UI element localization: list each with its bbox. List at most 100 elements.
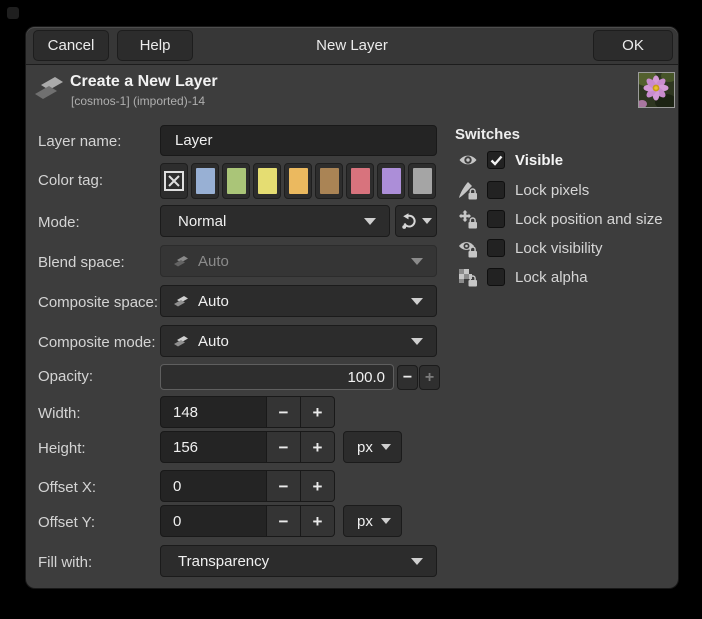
width-input[interactable]: [160, 396, 267, 428]
composite-mode-label: Composite mode:: [38, 334, 156, 351]
mode-label: Mode:: [38, 214, 80, 231]
width-decrement-button[interactable]: −: [267, 396, 301, 428]
fill-with-label: Fill with:: [38, 554, 92, 571]
height-spinner: − +: [160, 431, 335, 463]
desktop-artifact: [7, 7, 19, 19]
image-name-subtitle: [cosmos-1] (imported)-14: [71, 94, 205, 108]
width-increment-button[interactable]: +: [301, 396, 335, 428]
color-tag-green[interactable]: [222, 163, 250, 199]
lock-alpha-checkbox[interactable]: [487, 268, 505, 286]
width-spinner: − +: [160, 396, 335, 428]
color-tag-red[interactable]: [346, 163, 374, 199]
layer-name-label: Layer name:: [38, 133, 121, 150]
height-increment-button[interactable]: +: [301, 431, 335, 463]
offset-x-input[interactable]: [160, 470, 267, 502]
chevron-down-icon: [411, 338, 423, 345]
opacity-decrement-button[interactable]: −: [397, 365, 418, 390]
color-tag-orange[interactable]: [284, 163, 312, 199]
visibility-lock-icon: [458, 238, 478, 258]
offset-y-spinner: − +: [160, 505, 335, 537]
offset-unit-dropdown[interactable]: px: [343, 505, 402, 537]
visible-label: Visible: [515, 152, 563, 169]
offset-y-label: Offset Y:: [38, 514, 95, 531]
chevron-down-icon: [411, 558, 423, 565]
offset-unit-value: px: [357, 513, 373, 530]
offset-x-increment-button[interactable]: +: [301, 470, 335, 502]
offset-y-decrement-button[interactable]: −: [267, 505, 301, 537]
opacity-label: Opacity:: [38, 368, 93, 385]
height-decrement-button[interactable]: −: [267, 431, 301, 463]
height-input[interactable]: [160, 431, 267, 463]
lock-alpha-label: Lock alpha: [515, 269, 588, 286]
eye-icon: [458, 150, 478, 170]
offset-x-decrement-button[interactable]: −: [267, 470, 301, 502]
lock-position-checkbox[interactable]: [487, 210, 505, 228]
visible-switch-row: Visible: [458, 148, 563, 172]
lock-position-label: Lock position and size: [515, 211, 663, 228]
mode-value: Normal: [178, 213, 226, 230]
lock-visibility-checkbox[interactable]: [487, 239, 505, 257]
offset-x-label: Offset X:: [38, 479, 96, 496]
lock-position-row: Lock position and size: [458, 207, 663, 231]
color-tag-blue[interactable]: [191, 163, 219, 199]
chevron-down-icon: [381, 444, 391, 450]
cancel-button[interactable]: Cancel: [33, 30, 109, 61]
composite-mode-dropdown[interactable]: Auto: [160, 325, 437, 357]
blend-space-label: Blend space:: [38, 254, 125, 271]
help-button[interactable]: Help: [117, 30, 193, 61]
size-unit-dropdown[interactable]: px: [343, 431, 402, 463]
color-tag-gray[interactable]: [408, 163, 436, 199]
color-tag-yellow[interactable]: [253, 163, 281, 199]
fill-with-value: Transparency: [178, 553, 269, 570]
reset-icon: [401, 213, 418, 230]
mode-dropdown[interactable]: Normal: [160, 205, 390, 237]
new-layer-dialog: New Layer Cancel Help OK Create a New La…: [26, 27, 678, 588]
layers-icon: [173, 295, 189, 308]
opacity-slider[interactable]: 100.0: [160, 364, 394, 390]
chevron-down-icon: [364, 218, 376, 225]
check-icon: [490, 155, 503, 166]
lock-pixels-row: Lock pixels: [458, 178, 589, 202]
switches-heading: Switches: [455, 126, 520, 143]
lock-pixels-checkbox[interactable]: [487, 181, 505, 199]
lock-visibility-row: Lock visibility: [458, 236, 603, 260]
dialog-heading: Create a New Layer: [70, 73, 218, 91]
layers-icon: [173, 255, 189, 268]
ok-button[interactable]: OK: [593, 30, 673, 61]
fill-with-dropdown[interactable]: Transparency: [160, 545, 437, 577]
alpha-lock-icon: [458, 267, 478, 287]
move-lock-icon: [458, 209, 478, 229]
lock-visibility-label: Lock visibility: [515, 240, 603, 257]
titlebar[interactable]: New Layer Cancel Help OK: [26, 27, 678, 65]
swatch-color: [382, 168, 401, 194]
color-tag-none[interactable]: [160, 163, 188, 199]
swatch-color: [351, 168, 370, 194]
size-unit-value: px: [357, 439, 373, 456]
swatch-color: [289, 168, 308, 194]
composite-mode-value: Auto: [198, 333, 229, 350]
blend-space-value: Auto: [198, 253, 229, 270]
opacity-value: 100.0: [347, 369, 385, 386]
brush-lock-icon: [458, 180, 478, 200]
visible-checkbox[interactable]: [487, 151, 505, 169]
no-color-icon: [164, 171, 184, 191]
chevron-down-icon: [381, 518, 391, 524]
chevron-down-icon: [411, 298, 423, 305]
color-tag-brown[interactable]: [315, 163, 343, 199]
composite-space-dropdown[interactable]: Auto: [160, 285, 437, 317]
layer-name-input[interactable]: [160, 125, 437, 156]
swatch-color: [413, 168, 432, 194]
mode-reset-button[interactable]: [395, 205, 437, 237]
new-layer-icon: [32, 74, 66, 104]
color-tag-swatches: [160, 163, 436, 199]
color-tag-violet[interactable]: [377, 163, 405, 199]
image-thumbnail: [638, 72, 675, 108]
opacity-increment-button[interactable]: +: [419, 365, 440, 390]
swatch-color: [258, 168, 277, 194]
swatch-color: [227, 168, 246, 194]
blend-space-dropdown: Auto: [160, 245, 437, 277]
offset-y-input[interactable]: [160, 505, 267, 537]
offset-y-increment-button[interactable]: +: [301, 505, 335, 537]
color-tag-label: Color tag:: [38, 172, 103, 189]
swatch-color: [320, 168, 339, 194]
